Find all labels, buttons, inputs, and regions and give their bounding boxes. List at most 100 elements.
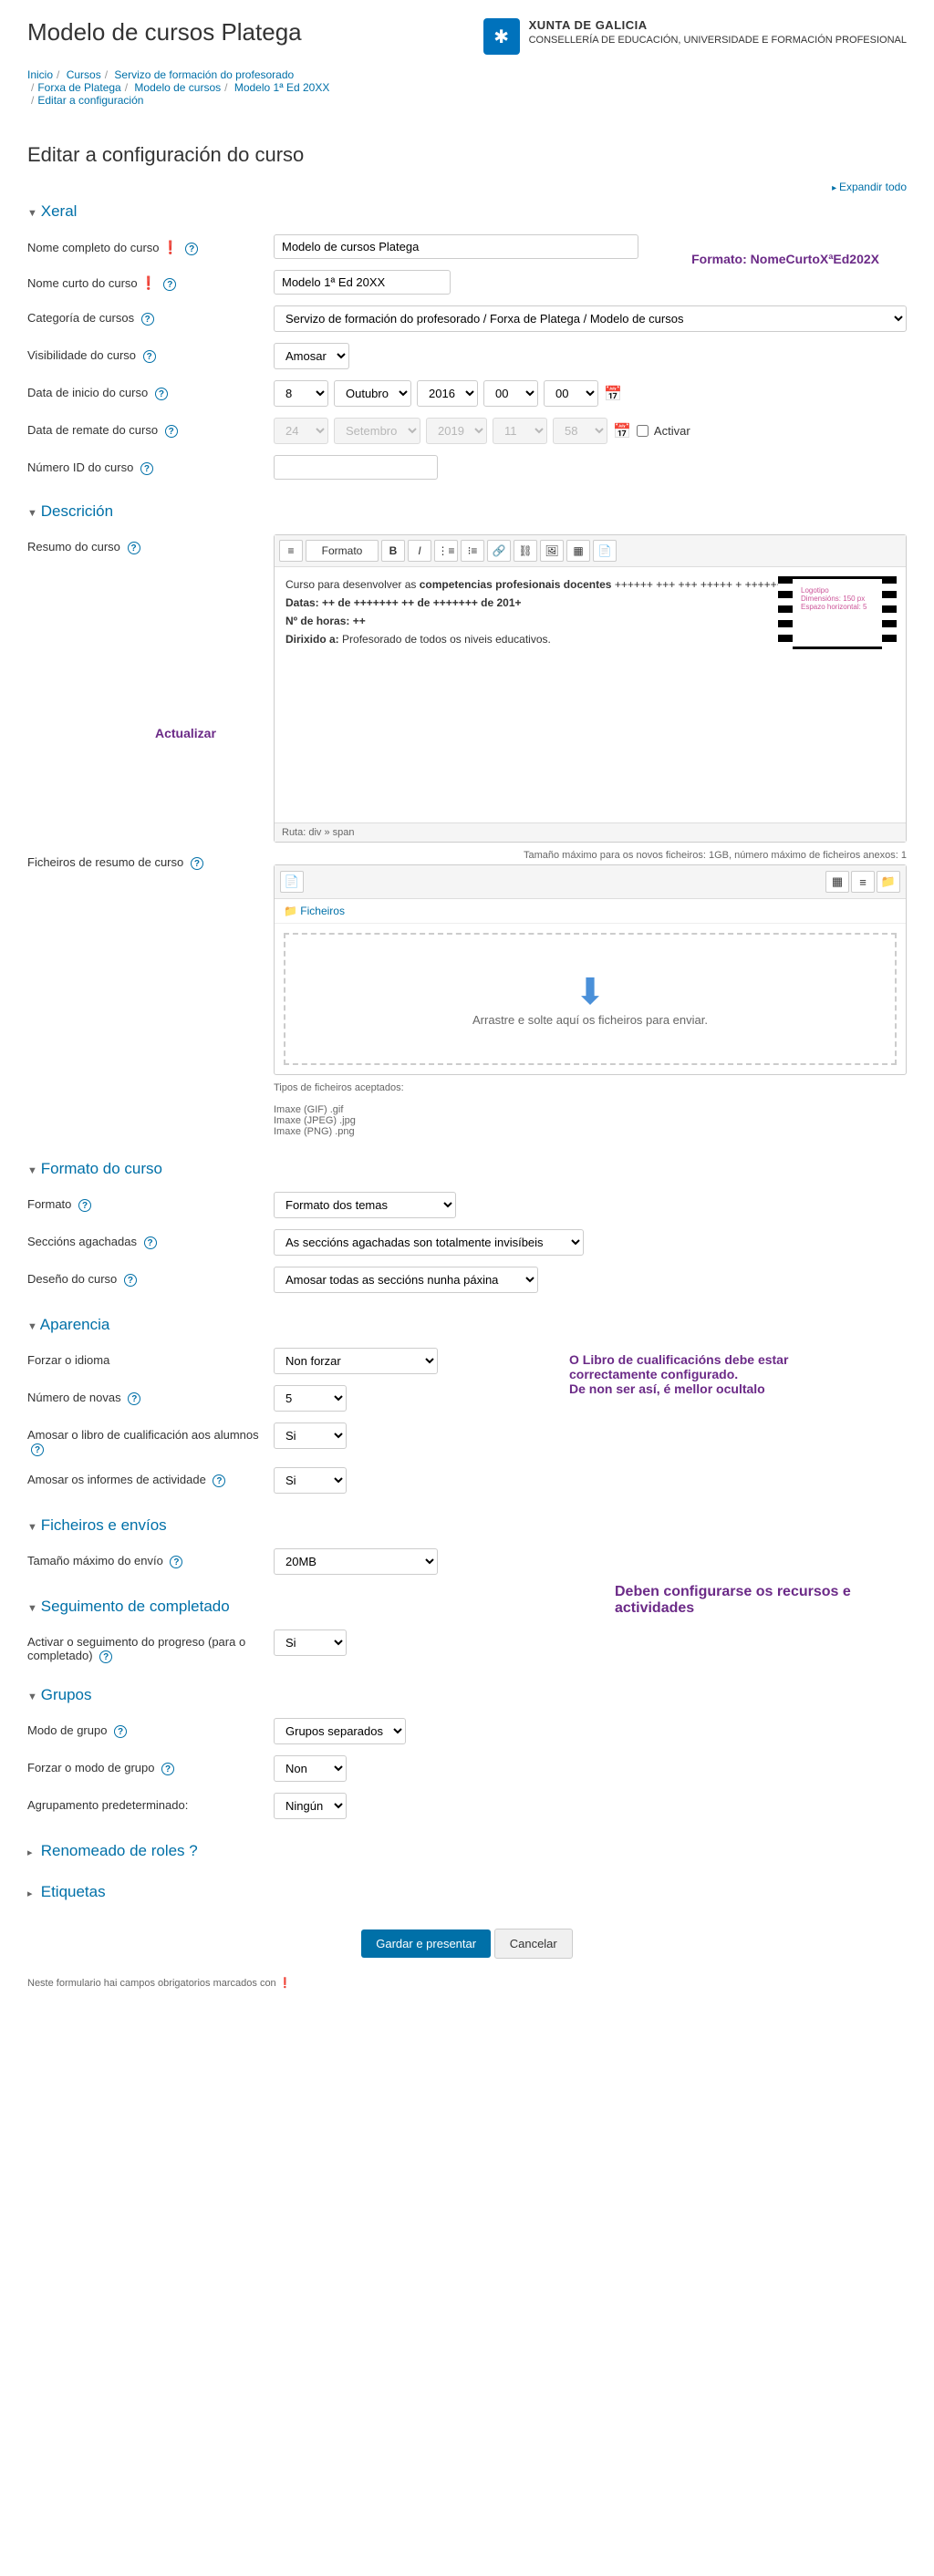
help-icon[interactable]: ?: [141, 313, 154, 326]
editor-media-icon[interactable]: ▦: [566, 540, 590, 562]
help-icon[interactable]: ?: [165, 425, 178, 438]
select-visibilidade[interactable]: Amosar: [274, 343, 349, 369]
section-etiquetas[interactable]: ▸ Etiquetas: [27, 1883, 907, 1901]
select-deseno[interactable]: Amosar todas as seccións nunha páxina: [274, 1267, 538, 1293]
input-nome-completo[interactable]: [274, 234, 638, 259]
help-icon[interactable]: ?: [128, 542, 140, 554]
select-tamano-max[interactable]: 20MB: [274, 1548, 438, 1575]
required-icon: ❗: [162, 240, 178, 254]
select-forzar-grupo[interactable]: Non: [274, 1755, 347, 1782]
help-icon[interactable]: ?: [78, 1199, 91, 1212]
select-inicio-hour[interactable]: 00: [483, 380, 538, 407]
help-icon[interactable]: ?: [155, 388, 168, 400]
select-inicio-year[interactable]: 2016: [417, 380, 478, 407]
view-list-icon[interactable]: ≡: [851, 871, 875, 893]
help-icon[interactable]: ?: [189, 1842, 197, 1859]
help-icon[interactable]: ?: [124, 1274, 137, 1287]
select-inicio-day[interactable]: 8: [274, 380, 328, 407]
select-seccions-agachadas[interactable]: As seccións agachadas son totalmente inv…: [274, 1229, 584, 1256]
label-agrupamento: Agrupamento predeterminado:: [27, 1798, 188, 1812]
crumb-modelo[interactable]: Modelo de cursos: [134, 81, 221, 94]
help-icon[interactable]: ?: [161, 1763, 174, 1775]
select-inicio-month[interactable]: Outubro: [334, 380, 411, 407]
select-inicio-min[interactable]: 00: [544, 380, 598, 407]
crumb-cursos[interactable]: Cursos: [67, 68, 101, 81]
annotation-recursos: Deben configurarse os recursos e activid…: [615, 1584, 852, 1617]
help-icon[interactable]: ?: [31, 1443, 44, 1456]
org-name: XUNTA DE GALICIA: [529, 18, 907, 34]
label-formato: Formato: [27, 1197, 71, 1211]
help-icon[interactable]: ?: [185, 243, 198, 255]
view-tree-icon[interactable]: 📁: [877, 871, 900, 893]
file-type-jpeg: Imaxe (JPEG) .jpg: [274, 1115, 907, 1126]
select-amosar-libro[interactable]: Si: [274, 1422, 347, 1449]
editor-bold-icon[interactable]: B: [381, 540, 405, 562]
help-icon[interactable]: ?: [213, 1474, 225, 1487]
input-nome-curto[interactable]: [274, 270, 451, 295]
file-tree-root[interactable]: 📁 Ficheiros: [275, 899, 906, 924]
label-modo-grupo: Modo de grupo: [27, 1723, 107, 1737]
expand-all-link[interactable]: Expandir todo: [27, 181, 907, 193]
editor-italic-icon[interactable]: I: [408, 540, 431, 562]
film-placeholder-icon: Logotipo Dimensións: 150 px Espazo horiz…: [778, 576, 897, 649]
help-icon[interactable]: ?: [144, 1236, 157, 1249]
editor-ol-icon[interactable]: ⁝≡: [461, 540, 484, 562]
section-grupos[interactable]: ▼ Grupos: [27, 1686, 907, 1704]
label-tamano-max: Tamaño máximo do envío: [27, 1554, 163, 1567]
editor-content-area[interactable]: Curso para desenvolver as competencias p…: [275, 567, 906, 822]
select-activar-seguimento[interactable]: Si: [274, 1629, 347, 1656]
page-title-heading: Modelo de cursos Platega: [27, 18, 302, 47]
cancel-button[interactable]: Cancelar: [494, 1929, 573, 1959]
checkbox-activar-remate[interactable]: [637, 425, 649, 437]
editor-unlink-icon[interactable]: ⛓: [514, 540, 537, 562]
select-modo-grupo[interactable]: Grupos separados: [274, 1718, 406, 1744]
help-icon[interactable]: ?: [140, 462, 153, 475]
crumb-servizo[interactable]: Servizo de formación do profesorado: [114, 68, 294, 81]
crumb-inicio[interactable]: Inicio: [27, 68, 53, 81]
select-remate-hour: 11: [493, 418, 547, 444]
select-agrupamento[interactable]: Ningún: [274, 1793, 347, 1819]
select-forzar-idioma[interactable]: Non forzar: [274, 1348, 438, 1374]
select-categoria[interactable]: Servizo de formación do profesorado / Fo…: [274, 305, 907, 332]
help-icon[interactable]: ?: [170, 1556, 182, 1568]
help-icon[interactable]: ?: [191, 857, 203, 870]
section-aparencia[interactable]: ▼ Aparencia: [27, 1316, 907, 1334]
editor-file-icon[interactable]: 📄: [593, 540, 617, 562]
xunta-logo-icon: ✱: [483, 18, 520, 55]
select-formato[interactable]: Formato dos temas: [274, 1192, 456, 1218]
section-descricion[interactable]: ▼ Descrición: [27, 502, 907, 521]
editor-format-select[interactable]: Formato: [306, 540, 379, 562]
file-drop-zone[interactable]: ⬇ Arrastre e solte aquí os ficheiros par…: [284, 933, 897, 1065]
crumb-forxa[interactable]: Forxa de Platega: [37, 81, 120, 94]
input-numero-id[interactable]: [274, 455, 438, 480]
editor-link-icon[interactable]: 🔗: [487, 540, 511, 562]
breadcrumb: Inicio/ Cursos/ Servizo de formación do …: [27, 68, 907, 107]
label-ficheiros-resumo: Ficheiros de resumo de curso: [27, 855, 183, 869]
calendar-icon[interactable]: 📅: [604, 385, 622, 403]
select-num-novas[interactable]: 5: [274, 1385, 347, 1412]
section-xeral[interactable]: ▼ Xeral: [27, 202, 907, 221]
crumb-edicion[interactable]: Modelo 1ª Ed 20XX: [234, 81, 330, 94]
section-roles[interactable]: ▸ Renomeado de roles ?: [27, 1842, 907, 1860]
org-logo-block: ✱ XUNTA DE GALICIA CONSELLERÍA DE EDUCAC…: [483, 18, 907, 55]
file-type-png: Imaxe (PNG) .png: [274, 1126, 907, 1137]
editor-menu-icon[interactable]: ≡: [279, 540, 303, 562]
view-grid-icon[interactable]: ▦: [825, 871, 849, 893]
calendar-icon[interactable]: 📅: [613, 422, 631, 440]
help-icon[interactable]: ?: [143, 350, 156, 363]
file-size-info: Tamaño máximo para os novos ficheiros: 1…: [274, 850, 907, 861]
section-formato[interactable]: ▼ Formato do curso: [27, 1160, 907, 1178]
select-amosar-informes[interactable]: Si: [274, 1467, 347, 1494]
section-ficheiros[interactable]: ▼ Ficheiros e envíos: [27, 1516, 907, 1535]
help-icon[interactable]: ?: [99, 1650, 112, 1663]
help-icon[interactable]: ?: [128, 1392, 140, 1405]
help-icon[interactable]: ?: [114, 1725, 127, 1738]
editor-ul-icon[interactable]: ⋮≡: [434, 540, 458, 562]
file-type-gif: Imaxe (GIF) .gif: [274, 1104, 907, 1115]
save-button[interactable]: Gardar e presentar: [361, 1929, 491, 1958]
help-icon[interactable]: ?: [163, 278, 176, 291]
file-add-icon[interactable]: 📄: [280, 871, 304, 893]
crumb-editar[interactable]: Editar a configuración: [37, 94, 143, 107]
label-amosar-informes: Amosar os informes de actividade: [27, 1473, 206, 1486]
editor-image-icon[interactable]: 🖼: [540, 540, 564, 562]
